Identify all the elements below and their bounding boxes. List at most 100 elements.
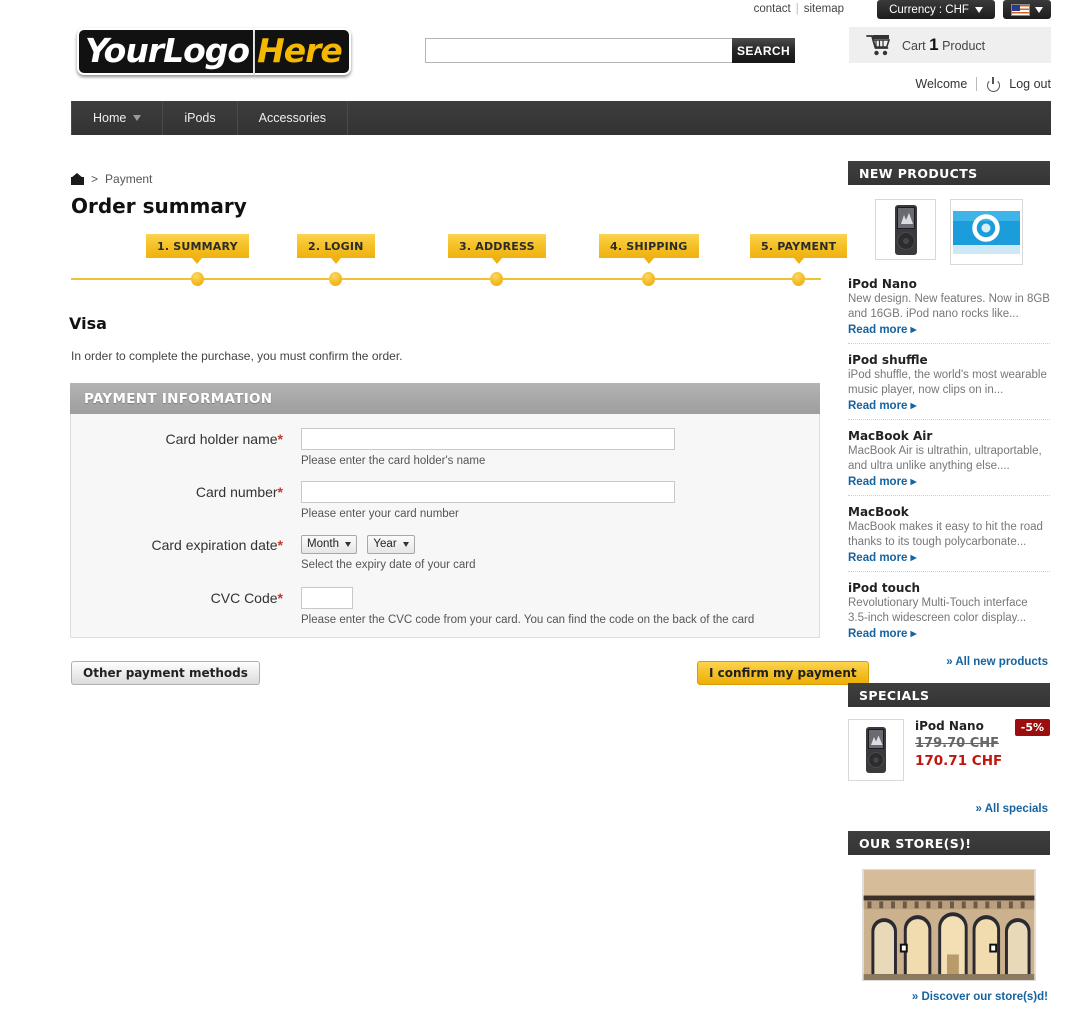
field-row-cvc: CVC Code* Please enter the CVC code from… bbox=[70, 587, 754, 626]
step-summary[interactable]: 1. SUMMARY bbox=[146, 234, 249, 286]
cvc-label: CVC Code* bbox=[210, 590, 283, 606]
payment-method-title: Visa bbox=[69, 314, 107, 333]
expiry-year-value: Year bbox=[373, 538, 397, 550]
step-payment[interactable]: 5. PAYMENT bbox=[750, 234, 848, 286]
step-badge: 1. SUMMARY bbox=[146, 234, 249, 264]
breadcrumb-separator: > bbox=[91, 172, 99, 186]
product-thumb-ipod-shuffle[interactable] bbox=[950, 199, 1023, 265]
new-product-desc: iPod shuffle, the world's most wearable … bbox=[848, 369, 1047, 396]
step-shipping[interactable]: 4. SHIPPING bbox=[599, 234, 699, 286]
other-payment-methods-button[interactable]: Other payment methods bbox=[71, 661, 260, 685]
card-holder-name-input[interactable] bbox=[301, 428, 675, 450]
site-logo[interactable]: YourLogo Here bbox=[71, 27, 357, 75]
breadcrumb-current[interactable]: Payment bbox=[105, 172, 152, 186]
nav-item-accessories[interactable]: Accessories bbox=[238, 101, 349, 135]
currency-selector[interactable]: Currency : CHF bbox=[877, 0, 995, 19]
us-flag-icon bbox=[1011, 3, 1030, 16]
confirm-payment-button[interactable]: I confirm my payment bbox=[697, 661, 869, 685]
expiry-year-select[interactable]: Year bbox=[367, 534, 415, 554]
power-icon bbox=[986, 77, 1001, 92]
welcome-text: Welcome bbox=[915, 77, 968, 91]
new-product-desc: Revolutionary Multi-Touch interface 3.5-… bbox=[848, 597, 1028, 624]
expiry-month-select[interactable]: Month bbox=[301, 534, 357, 554]
new-product-title[interactable]: iPod touch bbox=[848, 581, 1050, 595]
ipod-nano-image bbox=[866, 727, 886, 773]
step-login[interactable]: 2. LOGIN bbox=[297, 234, 375, 286]
cart-icon bbox=[866, 35, 891, 56]
required-marker: * bbox=[277, 431, 283, 447]
step-dot bbox=[642, 272, 656, 286]
chevron-down-icon bbox=[974, 6, 983, 13]
nav-item-label: Accessories bbox=[258, 111, 327, 125]
main-nav: Home iPods Accessories bbox=[71, 101, 1051, 135]
card-number-input[interactable] bbox=[301, 481, 675, 503]
field-row-card-number: Card number* Please enter your card numb… bbox=[70, 481, 675, 520]
new-product-title[interactable]: MacBook Air bbox=[848, 429, 1050, 443]
page-title: Order summary bbox=[71, 194, 247, 218]
card-holder-label: Card holder name* bbox=[165, 431, 283, 447]
new-products-heading: NEW PRODUCTS bbox=[848, 161, 1050, 185]
discover-stores-link[interactable]: » Discover our store(s)d! bbox=[848, 981, 1050, 1003]
step-badge: 2. LOGIN bbox=[297, 234, 375, 264]
home-icon[interactable] bbox=[71, 173, 84, 185]
all-specials-link[interactable]: » All specials bbox=[848, 781, 1050, 815]
special-new-price: 170.71 CHF bbox=[915, 753, 1003, 769]
steps-track bbox=[71, 278, 821, 280]
cart-label: Cart 1 Product bbox=[902, 35, 985, 55]
new-product-title[interactable]: iPod Nano bbox=[848, 277, 1050, 291]
card-expiration-label: Card expiration date* bbox=[151, 537, 283, 553]
specials-heading: SPECIALS bbox=[848, 683, 1050, 707]
new-product-item: MacBook MacBook makes it easy to hit the… bbox=[848, 495, 1050, 571]
chevron-down-icon bbox=[133, 115, 142, 121]
ipod-nano-image bbox=[894, 204, 917, 255]
language-selector[interactable] bbox=[1003, 0, 1051, 19]
step-address[interactable]: 3. ADDRESS bbox=[448, 234, 546, 286]
cart-count: 1 bbox=[929, 35, 939, 54]
cvc-code-input[interactable] bbox=[301, 587, 353, 609]
discount-badge: -5% bbox=[1014, 719, 1050, 736]
cart-summary[interactable]: Cart 1 Product bbox=[849, 27, 1051, 63]
card-number-hint: Please enter your card number bbox=[301, 508, 459, 520]
product-thumb-ipod-nano[interactable] bbox=[875, 199, 936, 260]
contact-link[interactable]: contact bbox=[754, 3, 791, 15]
all-new-products-link[interactable]: » All new products bbox=[848, 647, 1050, 668]
new-product-item: iPod touch Revolutionary Multi-Touch int… bbox=[848, 571, 1050, 647]
step-dot bbox=[792, 272, 806, 286]
special-info: -5% iPod Nano 179.70 CHF 170.71 CHF bbox=[915, 719, 1050, 781]
field-row-expiration: Card expiration date* Month Year Select … bbox=[70, 534, 476, 571]
new-product-desc: MacBook Air is ultrathin, ultraportable,… bbox=[848, 445, 1042, 472]
nav-item-label: iPods bbox=[184, 111, 216, 125]
read-more-link[interactable]: Read more ▸ bbox=[848, 550, 1050, 564]
new-product-desc: MacBook makes it easy to hit the road th… bbox=[848, 521, 1043, 548]
new-product-title[interactable]: MacBook bbox=[848, 505, 1050, 519]
step-badge: 3. ADDRESS bbox=[448, 234, 546, 264]
search-area: SEARCH bbox=[425, 38, 795, 63]
stores-heading: OUR STORE(S)! bbox=[848, 831, 1050, 855]
new-product-item: MacBook Air MacBook Air is ultrathin, ul… bbox=[848, 419, 1050, 495]
logout-link[interactable]: Log out bbox=[1009, 77, 1051, 91]
card-number-label: Card number* bbox=[195, 484, 283, 500]
search-button[interactable]: SEARCH bbox=[732, 38, 795, 63]
sitemap-link[interactable]: sitemap bbox=[804, 3, 844, 15]
required-marker: * bbox=[277, 537, 283, 553]
store-photo[interactable] bbox=[862, 869, 1036, 981]
divider bbox=[976, 77, 978, 91]
new-products-thumbs bbox=[848, 185, 1050, 277]
read-more-link[interactable]: Read more ▸ bbox=[848, 322, 1050, 336]
special-thumb-ipod-nano[interactable] bbox=[848, 719, 904, 781]
nav-item-home[interactable]: Home bbox=[71, 101, 164, 135]
step-dot bbox=[190, 272, 204, 286]
chevron-down-icon bbox=[344, 541, 351, 547]
special-old-price: 179.70 CHF bbox=[915, 736, 999, 751]
logo-text-primary: YourLogo bbox=[77, 27, 256, 75]
new-product-title[interactable]: iPod shuffle bbox=[848, 353, 1050, 367]
page-root: contact | sitemap Currency : CHF YourLogo H… bbox=[0, 0, 1092, 1031]
nav-item-ipods[interactable]: iPods bbox=[163, 101, 238, 135]
read-more-link[interactable]: Read more ▸ bbox=[848, 626, 1050, 640]
cart-unit: Product bbox=[942, 39, 986, 53]
read-more-link[interactable]: Read more ▸ bbox=[848, 474, 1050, 488]
read-more-link[interactable]: Read more ▸ bbox=[848, 398, 1050, 412]
step-dot bbox=[490, 272, 504, 286]
cvc-hint: Please enter the CVC code from your card… bbox=[301, 614, 755, 626]
required-marker: * bbox=[277, 484, 283, 500]
